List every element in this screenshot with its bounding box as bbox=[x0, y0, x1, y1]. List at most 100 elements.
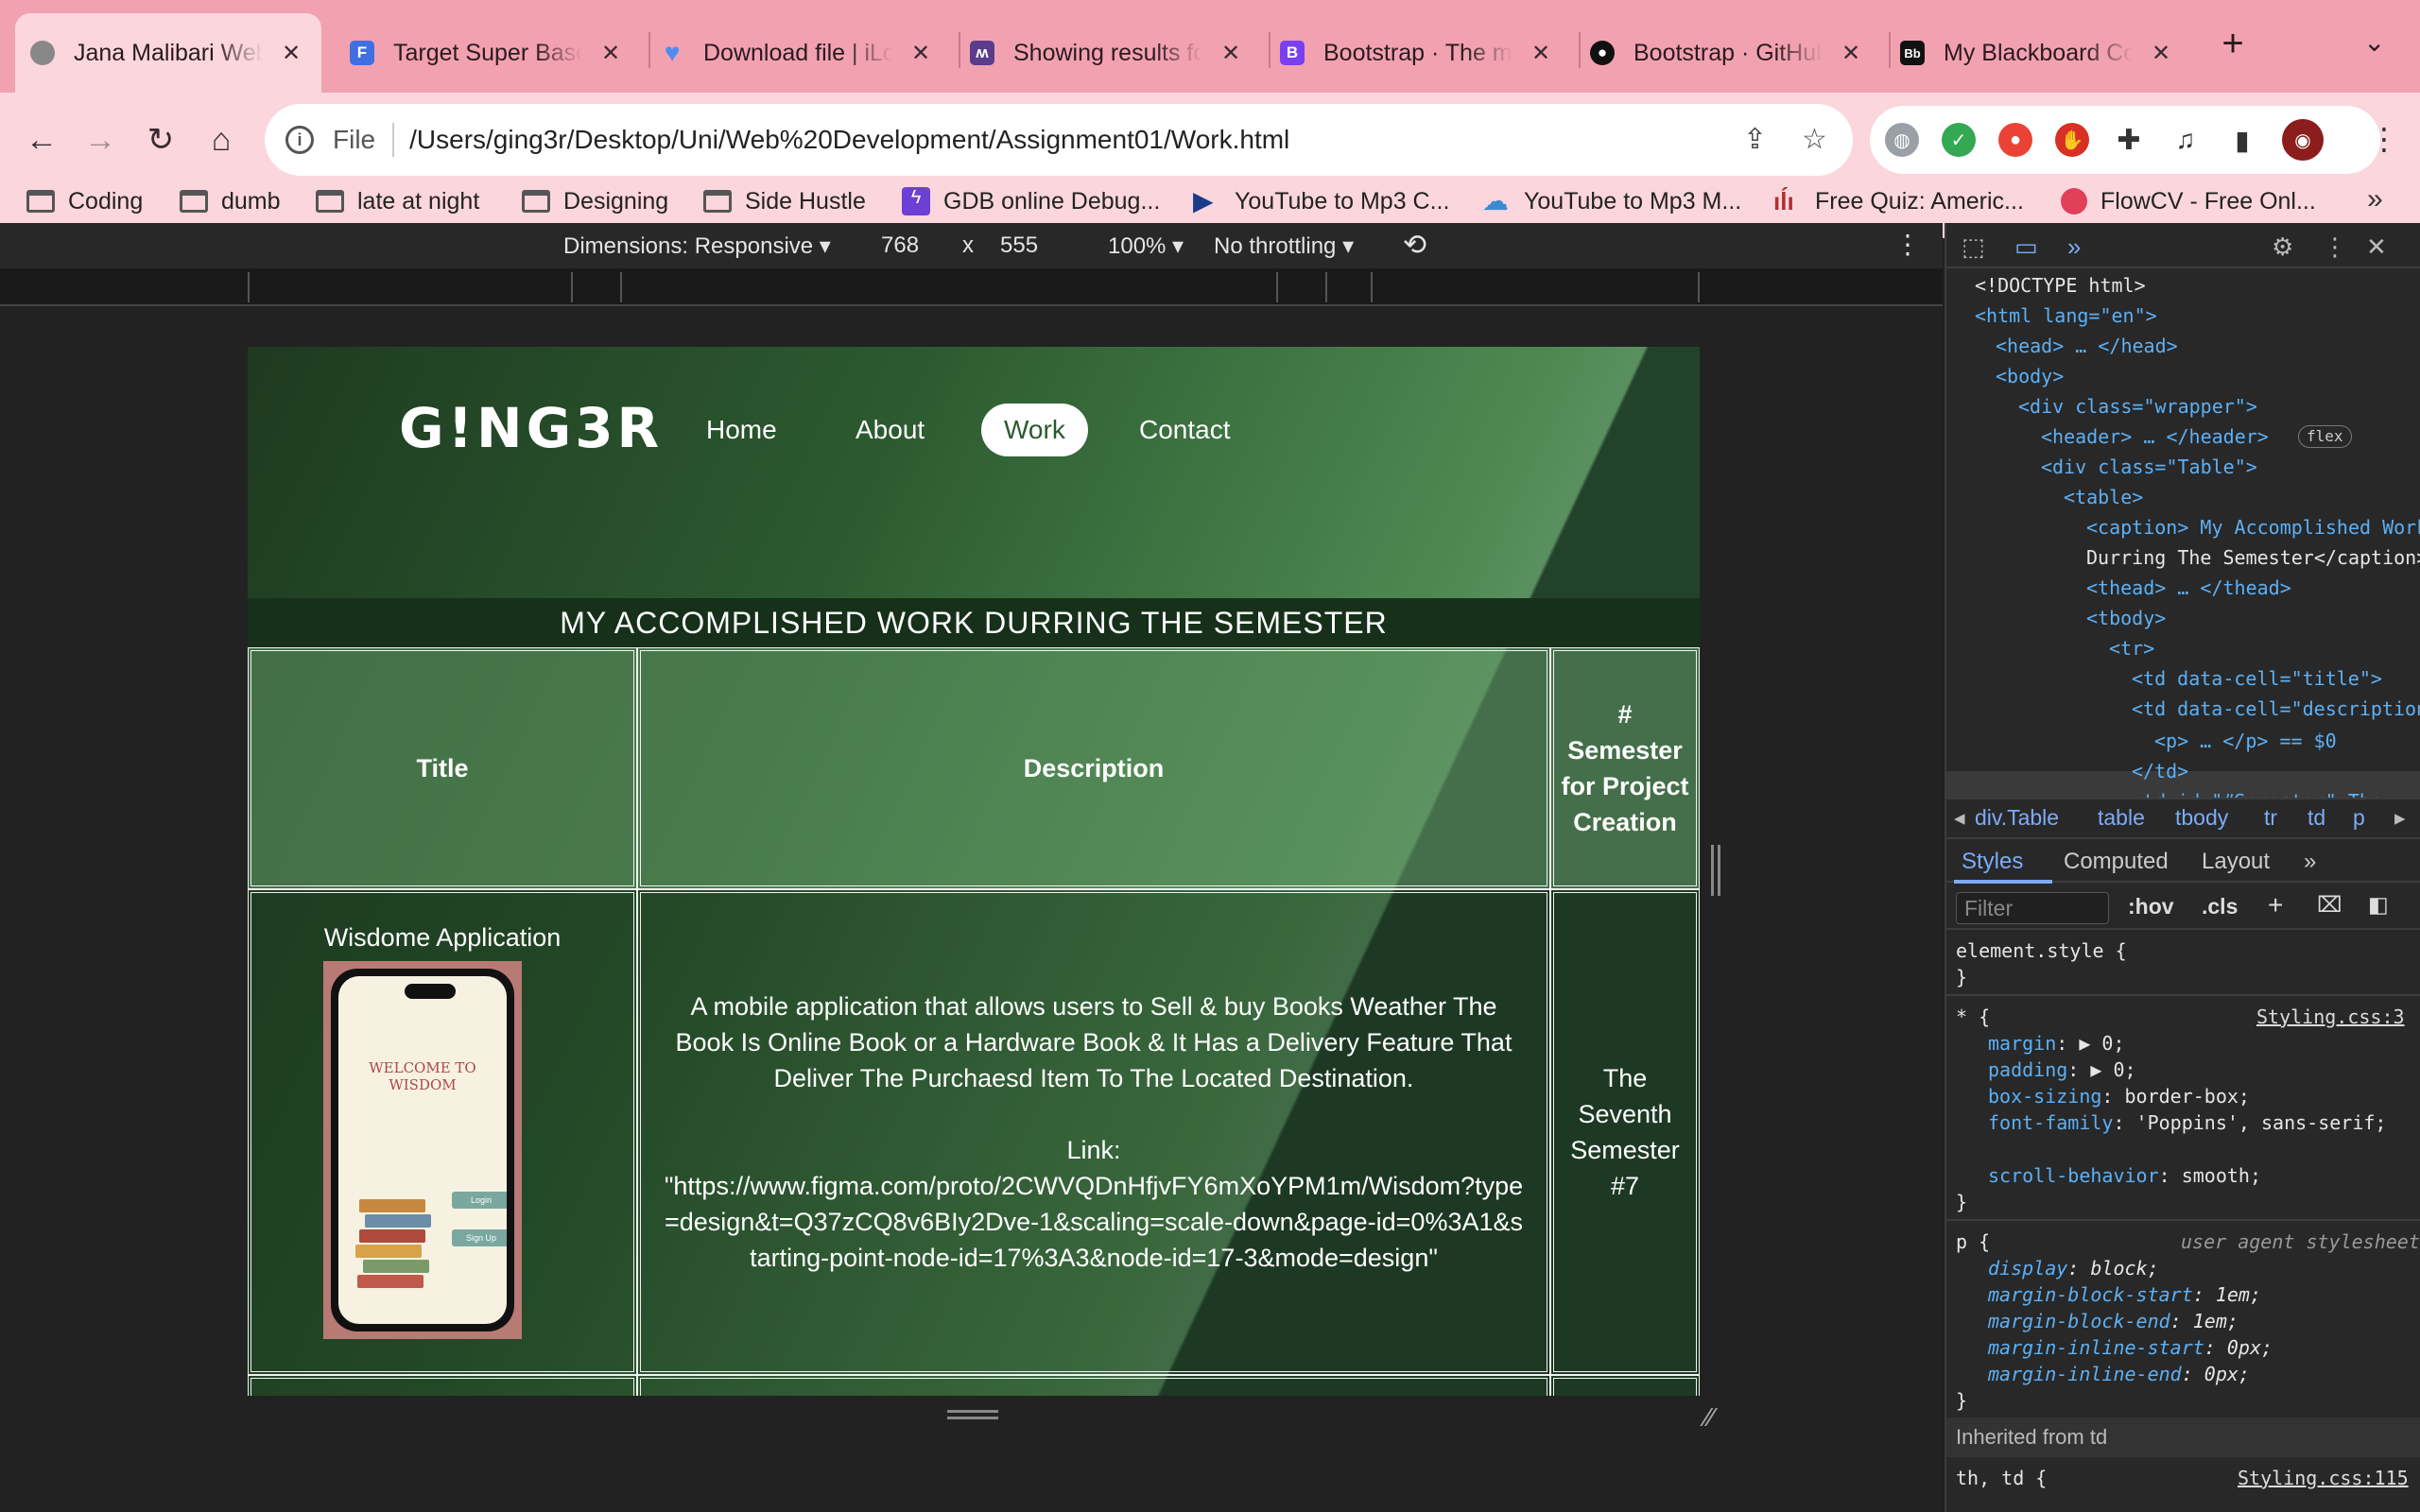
dom-line[interactable]: <td data-cell="description"> bbox=[2132, 694, 2420, 724]
height-input[interactable]: 555 bbox=[1000, 232, 1038, 259]
paint-icon[interactable]: ⌧ bbox=[2317, 892, 2342, 918]
new-tab-button[interactable]: + bbox=[2212, 23, 2254, 64]
tab-blackboard[interactable]: Bb My Blackboard Courses ✕ bbox=[1885, 13, 2197, 93]
tab-computed[interactable]: Computed bbox=[2064, 849, 2169, 875]
more-tabs-icon[interactable]: » bbox=[2067, 232, 2081, 262]
bookmark-side-hustle[interactable]: Side Hustle bbox=[703, 185, 866, 217]
sidebar-toggle-icon[interactable]: ◧ bbox=[2368, 892, 2389, 918]
p-selector[interactable]: p { bbox=[1956, 1230, 1990, 1253]
bookmark-coding[interactable]: Coding bbox=[26, 185, 143, 217]
breadcrumb-item[interactable]: tbody bbox=[2175, 805, 2228, 831]
bookmark-late-at-night[interactable]: late at night bbox=[316, 185, 479, 217]
rotate-icon[interactable]: ⟲ bbox=[1403, 229, 1426, 262]
bookmark-designing[interactable]: Designing bbox=[522, 185, 668, 217]
dom-line[interactable]: <html lang="en"> bbox=[1975, 301, 2157, 331]
dom-line[interactable]: <!DOCTYPE html> bbox=[1975, 270, 2146, 301]
avatar[interactable]: ◉ bbox=[2282, 119, 2324, 161]
more-options-icon[interactable]: ⋮ bbox=[1894, 229, 1921, 260]
bookmark-gdb[interactable]: ϟ GDB online Debug... bbox=[902, 185, 1160, 217]
media-control-icon[interactable]: ♫ bbox=[2169, 123, 2203, 157]
dom-line[interactable]: <div class="wrapper"> bbox=[2018, 391, 2257, 421]
dom-line[interactable]: <caption> My Accomplished Work bbox=[2086, 512, 2420, 542]
dom-line[interactable]: <thead> … </thead> bbox=[2086, 573, 2291, 603]
nav-about[interactable]: About bbox=[833, 404, 947, 456]
hov-toggle[interactable]: :hov bbox=[2128, 894, 2174, 919]
project-link[interactable]: "https://www.figma.com/proto/2CWVQDnHfjv… bbox=[662, 1168, 1526, 1276]
breadcrumb-item[interactable]: p bbox=[2353, 805, 2365, 831]
chevron-left-icon[interactable]: ◂ bbox=[1954, 805, 1965, 831]
breadcrumb-item[interactable]: table bbox=[2098, 805, 2145, 831]
new-rule-icon[interactable]: + bbox=[2268, 890, 2283, 920]
element-style-selector[interactable]: element.style { bbox=[1956, 939, 2127, 962]
side-panel-icon[interactable]: ▮ bbox=[2225, 123, 2259, 157]
dom-tree[interactable]: <!DOCTYPE html> <html lang="en"> <head> … bbox=[1946, 268, 2420, 798]
dom-line[interactable]: <td data-cell="title"> bbox=[2132, 663, 2382, 694]
site-logo[interactable]: G!NG3R bbox=[399, 396, 663, 460]
bookmark-free-quiz[interactable]: ıĺı Free Quiz: Americ... bbox=[1773, 185, 2024, 217]
universal-selector[interactable]: * { bbox=[1956, 1005, 1990, 1028]
media-query-ruler[interactable] bbox=[0, 268, 1943, 306]
close-icon[interactable]: ✕ bbox=[2150, 40, 2172, 67]
close-devtools-icon[interactable]: ✕ bbox=[2366, 232, 2387, 262]
close-icon[interactable]: ✕ bbox=[280, 40, 302, 67]
tab-download-file[interactable]: ♥ Download file | iLovePDF ✕ bbox=[645, 13, 957, 93]
inspect-element-icon[interactable]: ⬚ bbox=[1962, 232, 1985, 262]
nav-work[interactable]: Work bbox=[981, 404, 1088, 456]
tab-styles[interactable]: Styles bbox=[1962, 849, 2023, 875]
chevron-down-icon[interactable]: ⌄ bbox=[2363, 26, 2385, 58]
width-input[interactable]: 768 bbox=[881, 232, 919, 259]
back-arrow-icon[interactable]: ← bbox=[17, 115, 66, 164]
style-declaration[interactable]: box-sizing: border-box; bbox=[1988, 1085, 2250, 1108]
dom-line[interactable]: <body> bbox=[1996, 361, 2064, 391]
reload-icon[interactable]: ↻ bbox=[136, 115, 185, 164]
tab-bootstrap-github[interactable]: ● Bootstrap · GitHub ✕ bbox=[1575, 13, 1887, 93]
flex-badge[interactable]: flex bbox=[2298, 425, 2352, 448]
dom-line[interactable]: <table> bbox=[2064, 482, 2143, 512]
bookmark-youtube-mp3-m[interactable]: ☁ YouTube to Mp3 M... bbox=[1482, 185, 1741, 217]
device-toggle-icon[interactable]: ▭ bbox=[2014, 232, 2038, 262]
throttling-dropdown[interactable]: No throttling ▾ bbox=[1214, 232, 1354, 260]
nav-contact[interactable]: Contact bbox=[1116, 404, 1253, 456]
dom-line[interactable]: <head> … </head> bbox=[1996, 331, 2178, 361]
close-icon[interactable]: ✕ bbox=[909, 40, 932, 67]
bookmarks-overflow-button[interactable]: » bbox=[2367, 183, 2383, 215]
url-text[interactable]: /Users/ging3r/Desktop/Uni/Web%20Developm… bbox=[409, 125, 1289, 155]
star-icon[interactable]: ☆ bbox=[1802, 123, 1827, 156]
close-icon[interactable]: ✕ bbox=[1530, 40, 1552, 67]
home-icon[interactable]: ⌂ bbox=[197, 115, 246, 164]
shield-extension-icon[interactable]: ✓ bbox=[1942, 123, 1976, 157]
tab-layout[interactable]: Layout bbox=[2202, 849, 2270, 875]
tab-target-super-base[interactable]: F Target Super Base ✕ bbox=[335, 13, 647, 93]
dom-line[interactable]: <tbody> bbox=[2086, 603, 2166, 633]
resize-corner-icon[interactable]: ⁄⁄ bbox=[1705, 1402, 1714, 1433]
puzzle-extensions-icon[interactable]: ✚ bbox=[2112, 123, 2146, 157]
devtools-menu-icon[interactable]: ⋮ bbox=[2323, 232, 2347, 262]
style-declaration[interactable]: font-family: 'Poppins', sans-serif; bbox=[1988, 1111, 2386, 1134]
dom-line[interactable]: <td id="#Semester">The bbox=[2132, 786, 2382, 798]
breadcrumb-item[interactable]: tr bbox=[2264, 805, 2277, 831]
bookmark-dumb[interactable]: dumb bbox=[180, 185, 281, 217]
share-icon[interactable]: ⇪ bbox=[1743, 123, 1767, 156]
globe-extension-icon[interactable]: ◍ bbox=[1885, 123, 1919, 157]
settings-gear-icon[interactable]: ⚙ bbox=[2272, 232, 2293, 262]
resize-handle-right[interactable] bbox=[1711, 845, 1720, 896]
more-menu-icon[interactable]: ⋮ bbox=[2369, 121, 2399, 157]
record-extension-icon[interactable]: ● bbox=[1998, 123, 2032, 157]
close-icon[interactable]: ✕ bbox=[1840, 40, 1862, 67]
resize-handle-bottom[interactable] bbox=[947, 1410, 998, 1419]
dom-line[interactable]: <tr> bbox=[2109, 633, 2154, 663]
info-icon[interactable]: i bbox=[285, 126, 314, 154]
dom-line[interactable]: <header> … </header> bbox=[2041, 421, 2269, 452]
style-declaration[interactable]: padding: ▶ 0; bbox=[1988, 1058, 2136, 1081]
bookmark-youtube-mp3-c[interactable]: ▶ YouTube to Mp3 C... bbox=[1193, 185, 1449, 217]
breadcrumb-item[interactable]: div.Table bbox=[1975, 805, 2059, 831]
dom-line[interactable]: <div class="Table"> bbox=[2041, 452, 2257, 482]
chevron-right-icon[interactable]: ▸ bbox=[2394, 805, 2406, 831]
tab-showing-results[interactable]: ʍ Showing results for ✕ bbox=[955, 13, 1267, 93]
stop-hand-extension-icon[interactable]: ✋ bbox=[2055, 123, 2089, 157]
style-declaration[interactable]: scroll-behavior: smooth; bbox=[1988, 1164, 2261, 1187]
breadcrumb-item[interactable]: td bbox=[2308, 805, 2325, 831]
close-icon[interactable]: ✕ bbox=[1219, 40, 1242, 67]
source-link[interactable]: Styling.css:3 bbox=[2256, 1005, 2405, 1028]
dom-line-selected[interactable]: <p> … </p> == $0 bbox=[2154, 726, 2337, 756]
